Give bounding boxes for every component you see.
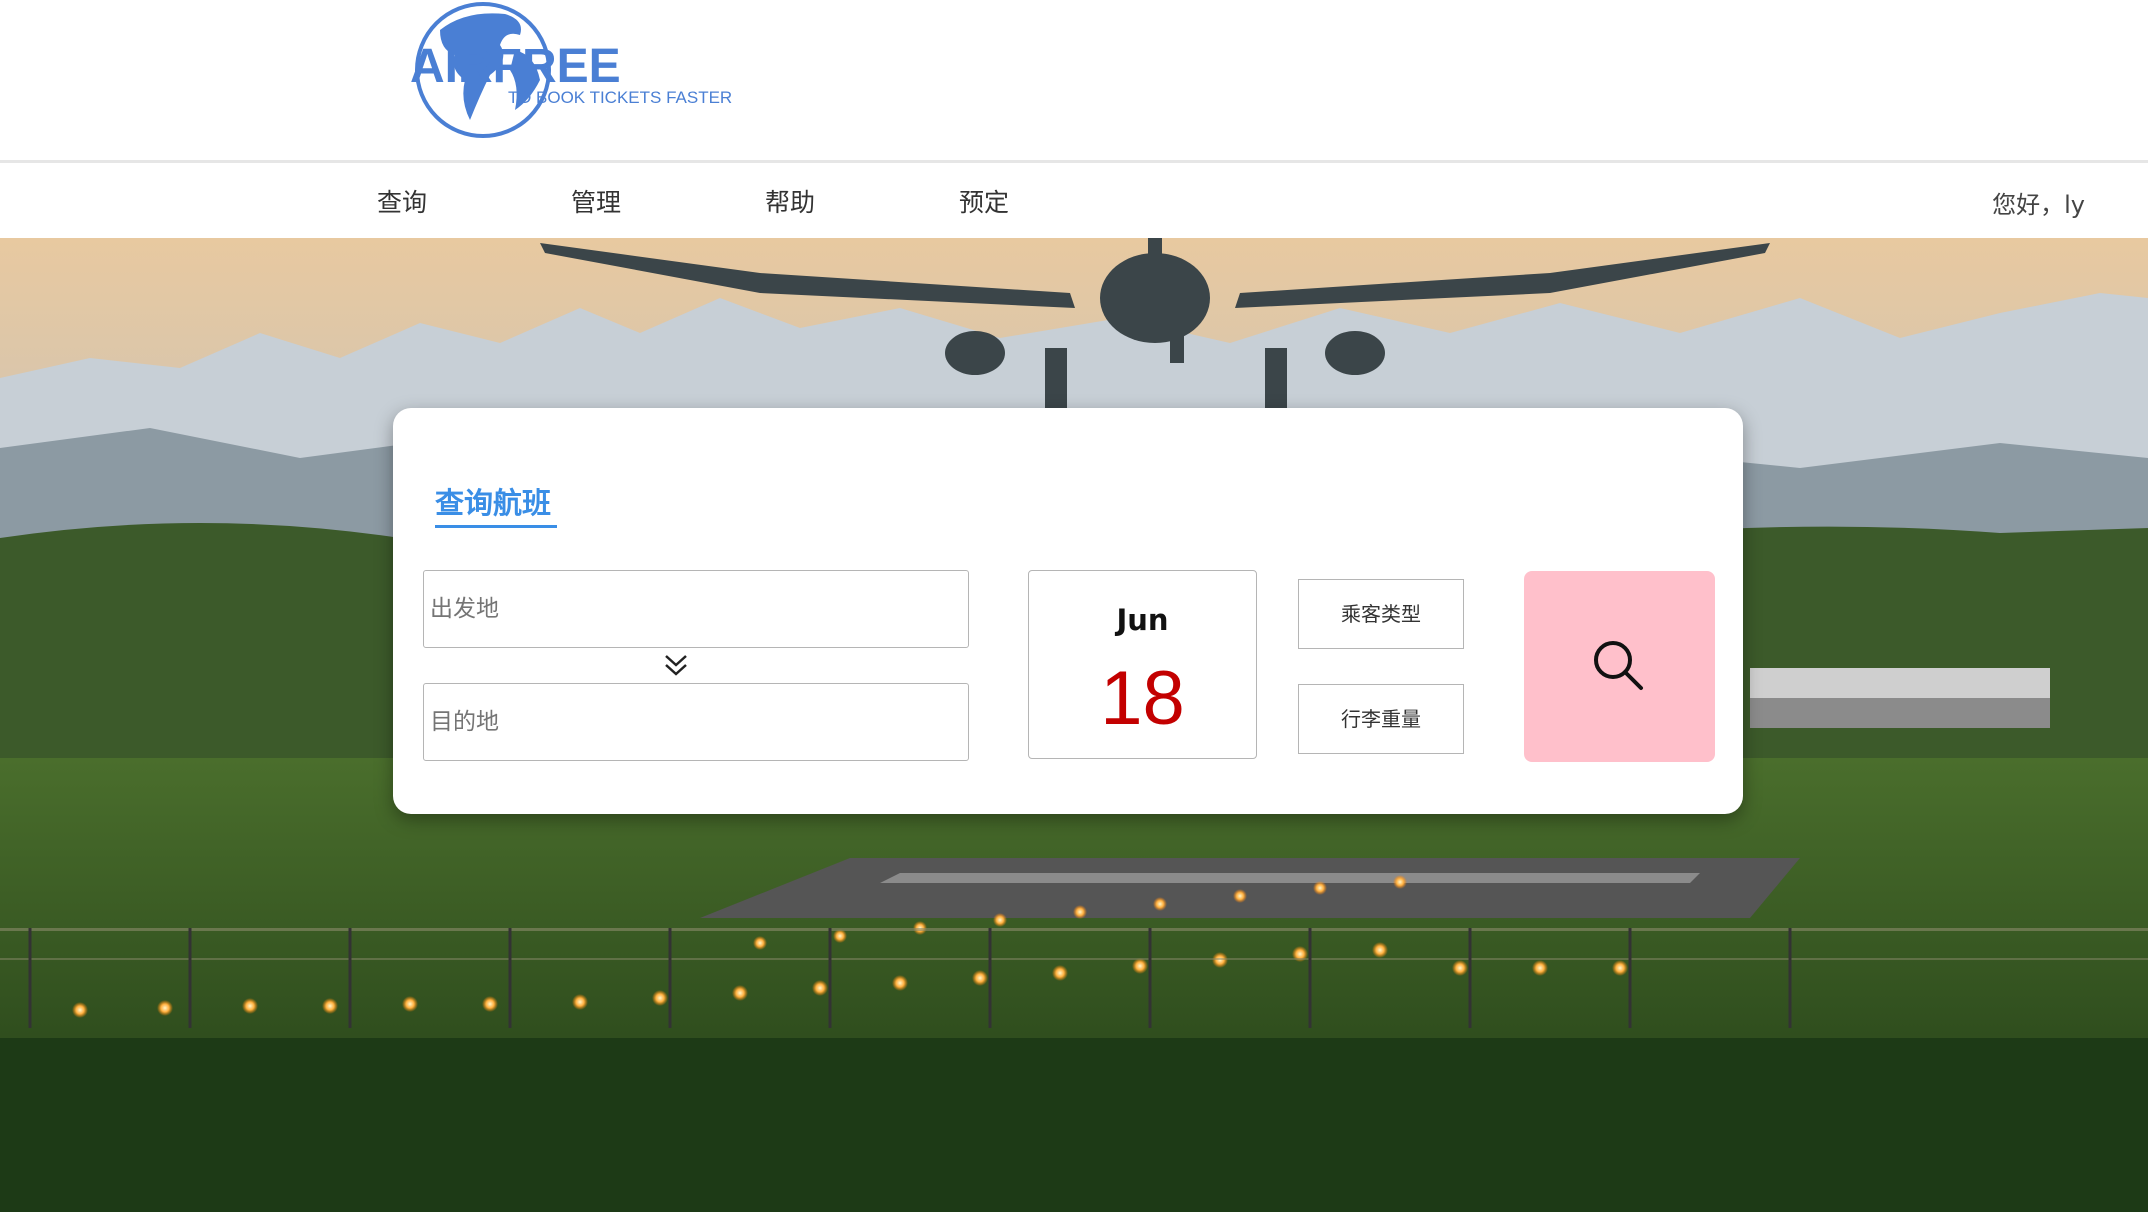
logo-brand-text: AIRFREE	[410, 40, 621, 93]
search-icon	[1594, 641, 1643, 690]
date-month: Jun	[1116, 603, 1169, 637]
user-greeting[interactable]: 您好，ly	[1992, 185, 2085, 220]
title-underline	[435, 525, 557, 528]
header: AIRFREE TO BOOK TICKETS FASTER	[0, 0, 2148, 163]
main-nav: 查询 管理 帮助 预定 您好，ly	[0, 163, 2148, 238]
luggage-weight-button[interactable]: 行李重量	[1298, 684, 1464, 754]
origin-input[interactable]	[423, 570, 969, 648]
nav-item-help[interactable]: 帮助	[765, 183, 815, 219]
search-card-title[interactable]: 查询航班	[435, 480, 551, 522]
passenger-type-button[interactable]: 乘客类型	[1298, 579, 1464, 649]
nav-item-query[interactable]: 查询	[377, 183, 427, 219]
date-picker[interactable]: Jun 18	[1028, 570, 1257, 759]
airfree-logo[interactable]: AIRFREE TO BOOK TICKETS FASTER	[410, 0, 755, 140]
date-day: 18	[1100, 656, 1185, 741]
flight-search-card: 查询航班 Jun 18 乘客类型 行李重量	[393, 408, 1743, 814]
destination-input[interactable]	[423, 683, 969, 761]
search-button[interactable]	[1524, 571, 1715, 762]
nav-item-manage[interactable]: 管理	[571, 183, 621, 219]
logo-tagline: TO BOOK TICKETS FASTER	[508, 88, 732, 107]
double-chevron-down-icon[interactable]	[661, 651, 691, 681]
nav-item-booking[interactable]: 预定	[959, 183, 1009, 219]
